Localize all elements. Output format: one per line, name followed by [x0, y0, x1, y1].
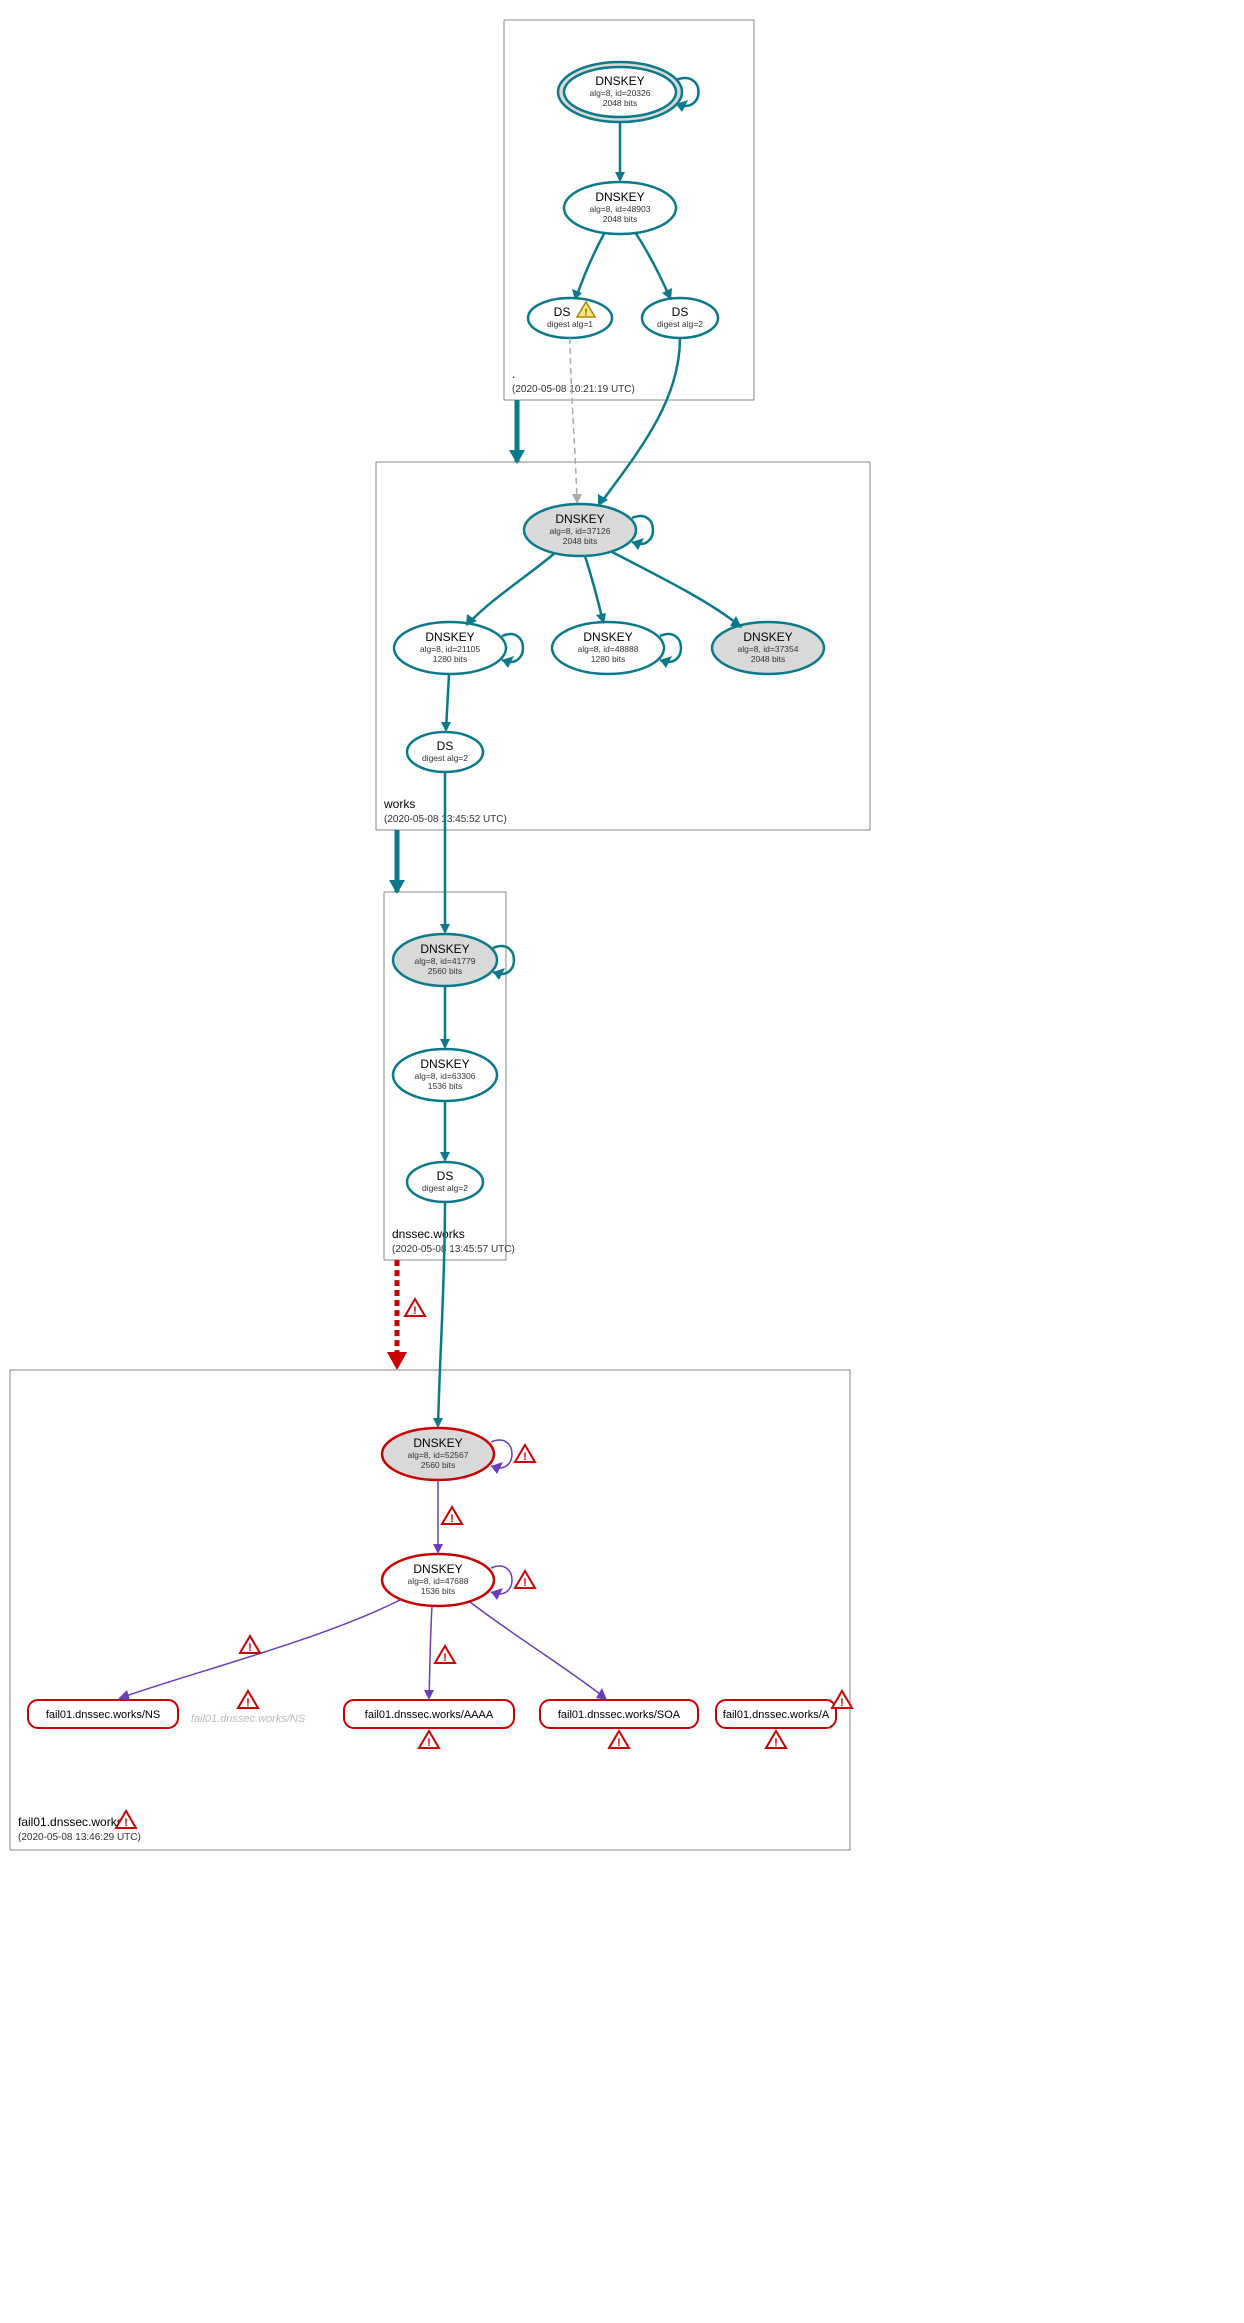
zone-root-name: .	[512, 367, 515, 381]
dnssec-diagram: ! ! . (2020-05-08 10:21:19 UTC) works (2…	[0, 0, 1244, 2323]
node-root-ds1: DS digest alg=1	[528, 298, 612, 338]
warning-icon	[515, 1445, 535, 1463]
zone-works-name: works	[383, 797, 415, 811]
svg-text:DS: DS	[672, 305, 689, 319]
svg-text:DS: DS	[437, 1169, 454, 1183]
svg-text:2048 bits: 2048 bits	[751, 654, 786, 664]
svg-text:alg=8, id=20326: alg=8, id=20326	[590, 88, 651, 98]
svg-text:alg=8, id=48888: alg=8, id=48888	[578, 644, 639, 654]
rr-soa: fail01.dnssec.works/SOA	[540, 1700, 698, 1749]
svg-text:1280 bits: 1280 bits	[591, 654, 626, 664]
zone-fail01-name: fail01.dnssec.works	[18, 1815, 123, 1829]
svg-text:1536 bits: 1536 bits	[421, 1586, 456, 1596]
svg-text:alg=8, id=47688: alg=8, id=47688	[408, 1576, 469, 1586]
node-dw-ds: DS digest alg=2	[407, 1162, 483, 1202]
svg-text:alg=8, id=63306: alg=8, id=63306	[415, 1071, 476, 1081]
node-f01-zsk: DNSKEY alg=8, id=47688 1536 bits	[382, 1554, 494, 1606]
svg-text:1280 bits: 1280 bits	[433, 654, 468, 664]
warning-icon	[240, 1636, 260, 1654]
svg-text:DNSKEY: DNSKEY	[595, 190, 644, 204]
svg-text:alg=8, id=37354: alg=8, id=37354	[738, 644, 799, 654]
svg-text:DNSKEY: DNSKEY	[420, 942, 469, 956]
node-dw-zsk: DNSKEY alg=8, id=63306 1536 bits	[393, 1049, 497, 1101]
rr-ns-faded: fail01.dnssec.works/NS	[191, 1713, 306, 1725]
zone-dw-ts: (2020-05-08 13:45:57 UTC)	[392, 1244, 515, 1255]
rr-aaaa: fail01.dnssec.works/AAAA	[344, 1700, 514, 1749]
warning-icon	[238, 1691, 258, 1709]
svg-text:digest alg=2: digest alg=2	[422, 753, 468, 763]
node-works-ksk: DNSKEY alg=8, id=37126 2048 bits	[524, 504, 636, 556]
svg-text:alg=8, id=37126: alg=8, id=37126	[550, 526, 611, 536]
rr-ns: fail01.dnssec.works/NS	[28, 1700, 178, 1728]
svg-text:DNSKEY: DNSKEY	[425, 630, 474, 644]
svg-text:DNSKEY: DNSKEY	[595, 74, 644, 88]
svg-text:DNSKEY: DNSKEY	[420, 1057, 469, 1071]
node-works-k37: DNSKEY alg=8, id=37354 2048 bits	[712, 622, 824, 674]
node-root-zsk: DNSKEY alg=8, id=48903 2048 bits	[564, 182, 676, 234]
rr-a: fail01.dnssec.works/A	[716, 1700, 836, 1749]
node-works-k48: DNSKEY alg=8, id=48888 1280 bits	[552, 622, 664, 674]
svg-text:fail01.dnssec.works/AAAA: fail01.dnssec.works/AAAA	[365, 1709, 494, 1721]
svg-text:DNSKEY: DNSKEY	[583, 630, 632, 644]
svg-text:DNSKEY: DNSKEY	[555, 512, 604, 526]
zone-fail01-ts: (2020-05-08 13:46:29 UTC)	[18, 1832, 141, 1843]
node-f01-ksk: DNSKEY alg=8, id=52567 2560 bits	[382, 1428, 494, 1480]
node-works-ds: DS digest alg=2	[407, 732, 483, 772]
svg-text:2560 bits: 2560 bits	[428, 966, 463, 976]
zone-root-ts: (2020-05-08 10:21:19 UTC)	[512, 384, 635, 395]
svg-text:DS: DS	[554, 305, 571, 319]
svg-text:2048 bits: 2048 bits	[563, 536, 598, 546]
node-root-ksk: DNSKEY alg=8, id=20326 2048 bits	[558, 62, 682, 122]
svg-text:2048 bits: 2048 bits	[603, 214, 638, 224]
svg-text:DS: DS	[437, 739, 454, 753]
svg-text:fail01.dnssec.works/SOA: fail01.dnssec.works/SOA	[558, 1709, 681, 1721]
warning-icon	[442, 1507, 462, 1525]
svg-text:digest alg=1: digest alg=1	[547, 319, 593, 329]
warning-icon	[515, 1571, 535, 1589]
svg-text:DNSKEY: DNSKEY	[743, 630, 792, 644]
zone-dw-name: dnssec.works	[392, 1227, 465, 1241]
svg-text:alg=8, id=48903: alg=8, id=48903	[590, 204, 651, 214]
svg-text:digest alg=2: digest alg=2	[657, 319, 703, 329]
node-root-ds2: DS digest alg=2	[642, 298, 718, 338]
svg-text:2048 bits: 2048 bits	[603, 98, 638, 108]
svg-text:2560 bits: 2560 bits	[421, 1460, 456, 1470]
node-works-k21: DNSKEY alg=8, id=21105 1280 bits	[394, 622, 506, 674]
warning-icon	[832, 1691, 852, 1709]
svg-text:1536 bits: 1536 bits	[428, 1081, 463, 1091]
svg-text:alg=8, id=52567: alg=8, id=52567	[408, 1450, 469, 1460]
svg-text:fail01.dnssec.works/A: fail01.dnssec.works/A	[723, 1709, 830, 1721]
warning-icon	[405, 1299, 425, 1317]
svg-text:DNSKEY: DNSKEY	[413, 1562, 462, 1576]
svg-text:DNSKEY: DNSKEY	[413, 1436, 462, 1450]
svg-text:alg=8, id=41779: alg=8, id=41779	[415, 956, 476, 966]
svg-text:alg=8, id=21105: alg=8, id=21105	[420, 644, 481, 654]
warning-icon	[435, 1646, 455, 1664]
svg-text:digest alg=2: digest alg=2	[422, 1183, 468, 1193]
node-dw-ksk: DNSKEY alg=8, id=41779 2560 bits	[393, 934, 497, 986]
svg-text:fail01.dnssec.works/NS: fail01.dnssec.works/NS	[46, 1709, 160, 1721]
